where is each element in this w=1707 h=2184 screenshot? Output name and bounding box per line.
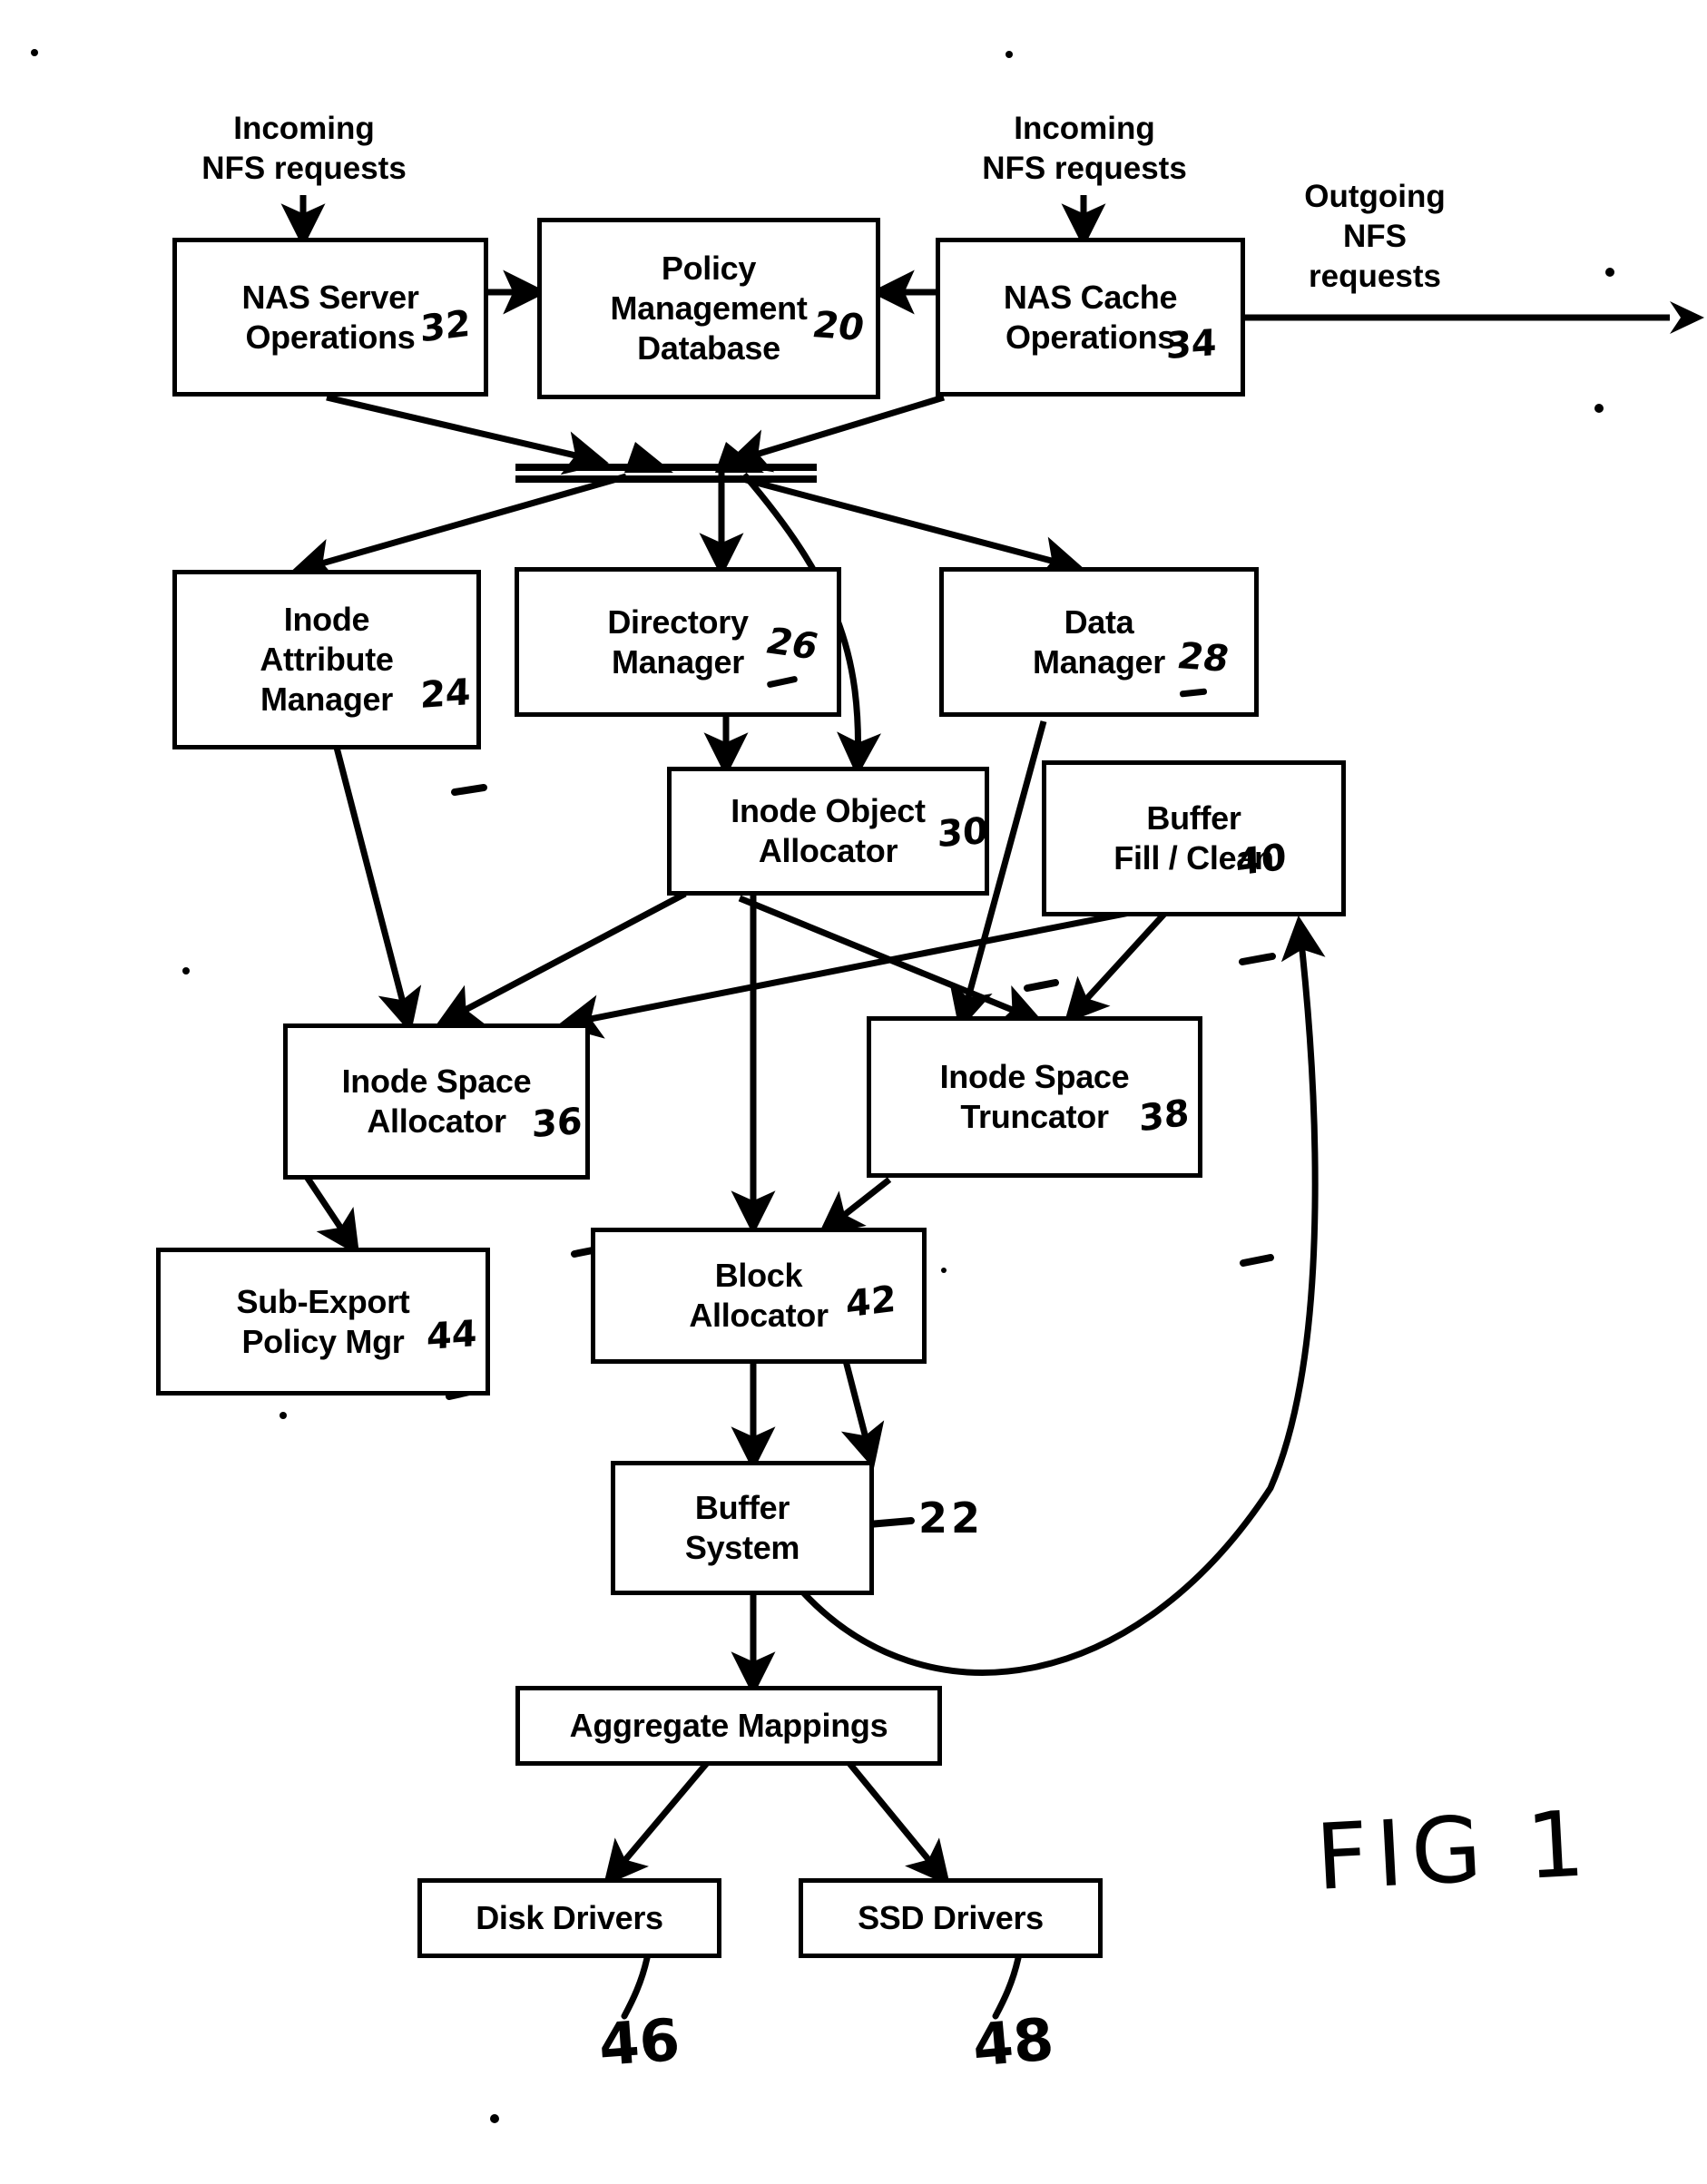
node-line: SSD Drivers [858,1899,1044,1937]
node-line: Allocator [689,1297,829,1334]
ref-numeral-36: 36 [531,1100,584,1147]
ref-numeral-32: 32 [419,302,471,351]
edge-nas-cache-to-outgoing [1234,301,1704,334]
ref-numeral-28: 28 [1173,635,1233,681]
node-line: Directory [607,602,749,641]
edge-aggregate-to-disk-drivers [603,1748,720,1886]
node-disk-drivers[interactable]: Disk Drivers [417,1878,721,1958]
node-line: Operations [1005,318,1176,356]
node-line: Manager [260,680,393,718]
node-buffer-fill-clean[interactable]: Buffer Fill / Clean [1042,760,1346,916]
node-line: Inode [283,601,370,639]
edge-space-trunc-to-block-alloc [818,1177,892,1236]
node-line: Inode Space [939,1058,1130,1096]
edge-buffer-fill-to-space-trunc [1064,909,1169,1024]
node-line: Inode Object [731,792,926,830]
ref-numeral-38: 38 [1138,1092,1190,1141]
ref-numeral-34: 34 [1165,321,1218,368]
node-nas-cache-operations[interactable]: NAS Cache Operations [936,238,1245,397]
edge-bus-to-inode-attr-mgr [289,473,627,583]
edge-block-alloc-to-buffer-system-2 [840,1353,885,1469]
figure-label: FIG 1 [1313,1790,1595,1911]
node-line: Operations [245,318,416,356]
label-outgoing-nfs: Outgoing NFS requests [1304,179,1446,294]
node-line: NAS Cache [1003,278,1178,316]
node-line: Manager [612,642,744,681]
node-line: Buffer [1146,799,1241,837]
edge-inode-obj-to-space-alloc [436,890,687,1026]
node-line: Aggregate Mappings [569,1707,888,1745]
edge-inode-attr-to-space-alloc [332,743,422,1033]
node-ssd-drivers[interactable]: SSD Drivers [799,1878,1103,1958]
node-line: Attribute [260,641,394,679]
node-aggregate-mappings[interactable]: Aggregate Mappings [515,1686,942,1766]
node-line: Truncator [960,1098,1109,1135]
node-line: Policy Mgr [241,1322,405,1360]
node-line: Inode Space [341,1063,532,1101]
ref-numeral-22: 22 [918,1494,985,1543]
node-line: Sub-Export [236,1282,410,1320]
ref-numeral-48: 48 [969,2006,1057,2081]
leader-hooks [621,1954,1022,2020]
ref-numeral-46: 46 [596,2006,682,2081]
node-line: Block [714,1257,803,1295]
node-line: Manager [1033,642,1165,681]
node-line: Buffer [694,1489,790,1527]
ref-numeral-30: 30 [937,809,989,857]
node-line: NAS Server [241,278,419,316]
node-line: Allocator [758,832,898,869]
ref-numeral-20: 20 [809,304,868,349]
node-line: Database [637,328,780,367]
edge-bus-to-data-mgr [739,475,1085,581]
ref-numeral-26: 26 [760,620,824,669]
node-line: Management [610,289,808,328]
node-line: Allocator [367,1102,506,1140]
ref-numeral-24: 24 [419,671,472,718]
edge-nas-server-to-bus [326,394,609,475]
edge-aggregate-to-ssd-drivers [837,1748,951,1886]
label-incoming-nfs-right: Incoming NFS requests [982,111,1187,186]
ref-numeral-40: 40 [1235,836,1287,885]
node-line: Policy [661,250,757,288]
node-buffer-system[interactable]: Buffer System [611,1461,874,1595]
patent-figure-page: Incoming NFS requests Incoming NFS reque… [0,0,1707,2184]
node-line: Disk Drivers [476,1899,663,1937]
node-inode-attribute-manager[interactable]: Inode Attribute Manager [172,570,481,749]
edge-buffer-fill-to-space-alloc [557,904,1158,1039]
node-line: Data [1064,602,1134,641]
node-line: System [684,1529,800,1566]
ref-numeral-44: 44 [426,1312,478,1359]
ref-numeral-42: 42 [845,1278,897,1327]
node-inode-space-allocator[interactable]: Inode Space Allocator [283,1023,590,1180]
edge-nas-cache-to-bus [725,394,946,473]
label-incoming-nfs-left: Incoming NFS requests [201,111,407,186]
